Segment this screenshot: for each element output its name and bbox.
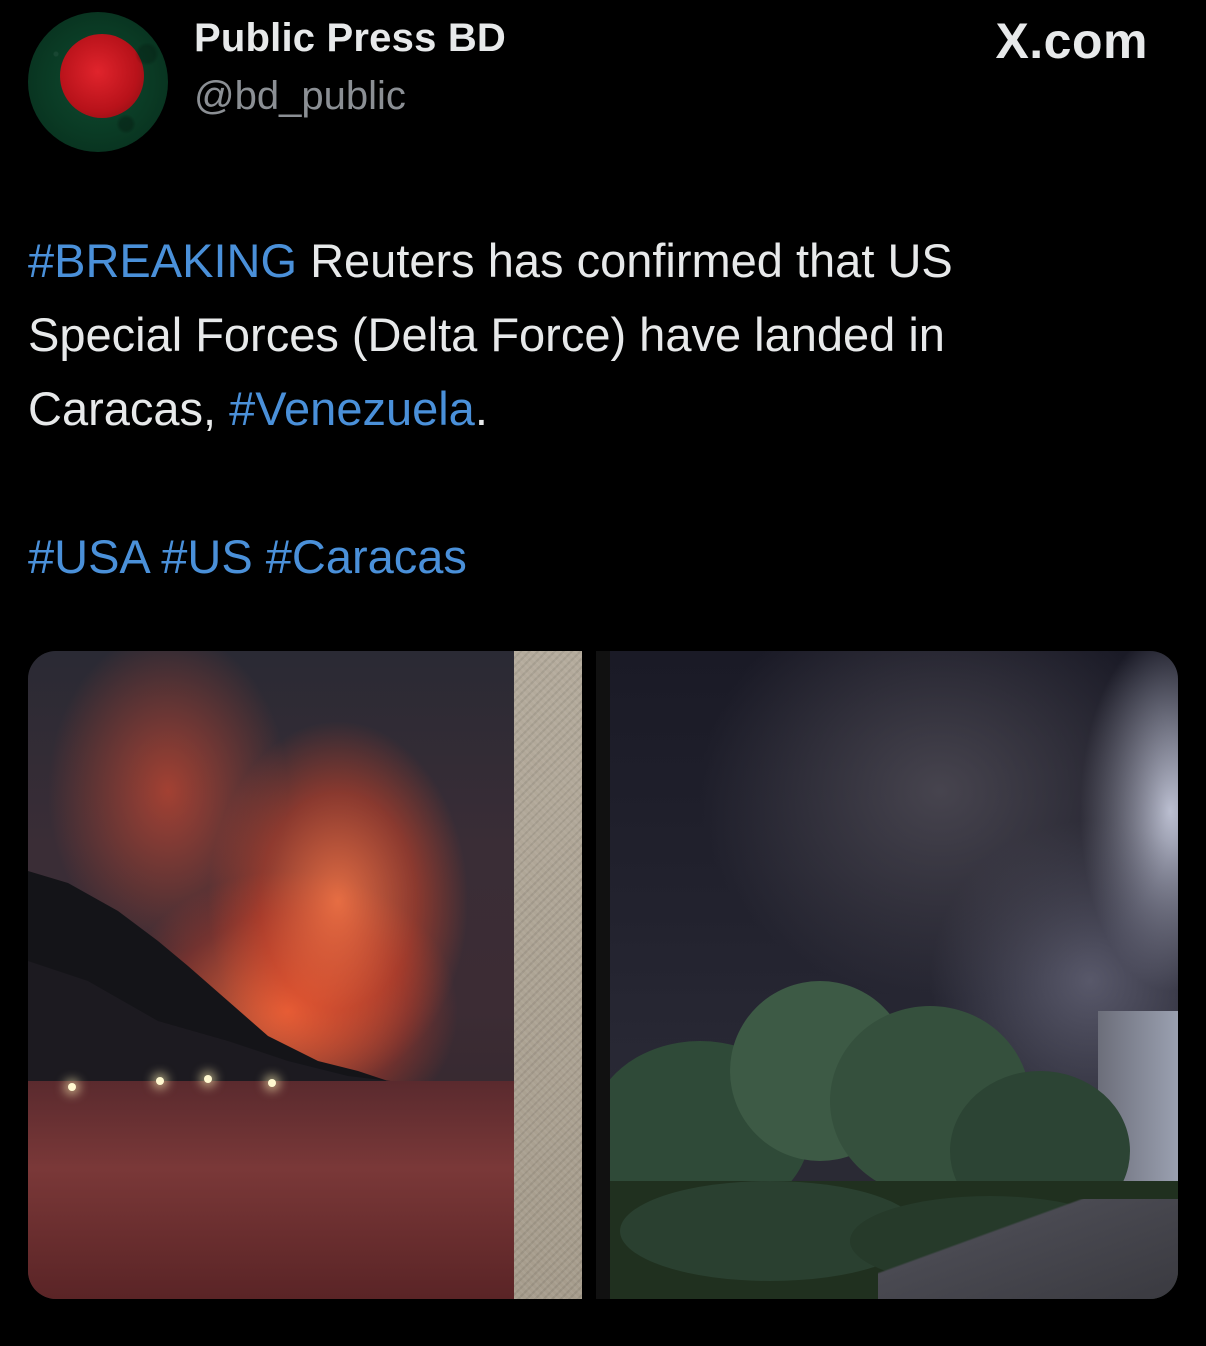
hashtag-us[interactable]: #US: [161, 530, 252, 583]
hashtag-venezuela[interactable]: #Venezuela: [229, 382, 475, 435]
avatar-texture: [28, 12, 168, 152]
tweet-text-line1: Reuters has confirmed that US: [297, 234, 953, 287]
hashtag-usa[interactable]: #USA: [28, 530, 148, 583]
tweet-text-line2: Special Forces (Delta Force) have landed…: [28, 308, 945, 361]
avatar[interactable]: [28, 12, 168, 152]
image-divider-strip: [514, 651, 596, 1299]
fire-photo[interactable]: [28, 651, 514, 1299]
shore-light: [156, 1077, 164, 1085]
road: [878, 1199, 1178, 1299]
display-name[interactable]: Public Press BD: [194, 16, 506, 61]
shore-light: [268, 1079, 276, 1087]
shore-light: [68, 1083, 76, 1091]
tweet-text-line3-suffix: .: [474, 382, 488, 435]
tweet-text-line3-prefix: Caracas,: [28, 382, 230, 435]
mountain-silhouette: [28, 871, 514, 1091]
hashtag-breaking[interactable]: #BREAKING: [28, 234, 297, 287]
media-attachment[interactable]: [28, 651, 1178, 1299]
water-reflection: [28, 1081, 514, 1299]
smoke-photo[interactable]: [610, 651, 1178, 1299]
source-watermark: X.com: [995, 13, 1148, 69]
tweet-card: Public Press BD @bd_public X.com #BREAKI…: [0, 0, 1206, 1346]
divider-gap: [582, 651, 596, 1299]
user-handle[interactable]: @bd_public: [194, 74, 406, 119]
tweet-text: #BREAKING Reuters has confirmed that US …: [28, 224, 1158, 594]
hashtag-caracas[interactable]: #Caracas: [266, 530, 467, 583]
shore-light: [204, 1075, 212, 1083]
